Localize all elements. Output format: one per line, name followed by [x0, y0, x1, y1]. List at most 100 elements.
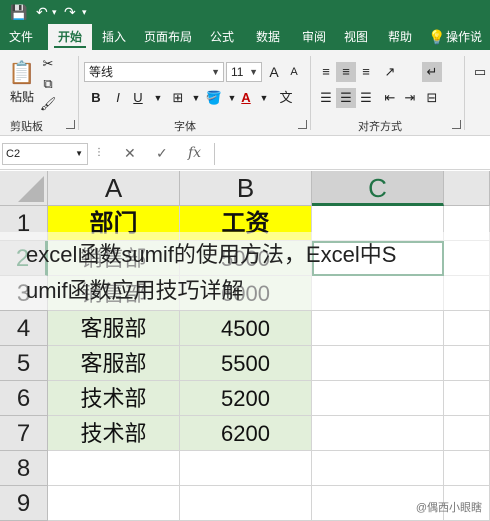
align-bottom-icon[interactable]: ≡ — [356, 62, 376, 82]
copy-icon[interactable]: ⧉ — [38, 74, 58, 94]
font-color-button[interactable]: A — [236, 88, 256, 108]
column-header-b[interactable]: B — [180, 171, 312, 206]
cell[interactable] — [444, 311, 490, 346]
cell[interactable] — [444, 451, 490, 486]
row-header[interactable]: 9 — [0, 486, 48, 521]
cell[interactable] — [48, 451, 180, 486]
cell[interactable]: 技术部 — [48, 381, 180, 416]
undo-dropdown-icon[interactable]: ▾ — [52, 3, 57, 21]
cell[interactable] — [312, 451, 444, 486]
format-painter-icon[interactable]: 🖌 — [38, 94, 58, 114]
tab-insert[interactable]: 插入 — [94, 24, 134, 50]
tab-file[interactable]: 文件 — [0, 24, 42, 50]
cancel-icon[interactable]: ✕ — [124, 145, 136, 162]
tab-formulas[interactable]: 公式 — [202, 24, 242, 50]
font-name-combo[interactable]: 等线 ▼ — [84, 62, 224, 82]
ribbon: 📋 粘贴 ✂ ⧉ 🖌 剪贴板 等线 ▼ 11 ▼ A A B I U ▼ ⊞ ▼… — [0, 50, 490, 136]
confirm-icon[interactable]: ✓ — [156, 145, 168, 162]
phonetic-icon[interactable]: 文 — [276, 88, 296, 108]
tab-data[interactable]: 数据 — [248, 24, 288, 50]
chevron-down-icon: ▼ — [75, 149, 83, 158]
tab-view[interactable]: 视图 — [336, 24, 376, 50]
cell[interactable]: 4500 — [180, 311, 312, 346]
align-top-icon[interactable]: ≡ — [316, 62, 336, 82]
tab-page-layout[interactable]: 页面布局 — [140, 24, 196, 50]
cell[interactable] — [444, 346, 490, 381]
article-title-line-2: umif函数应用技巧详解 — [26, 278, 244, 303]
cell[interactable]: 5200 — [180, 381, 312, 416]
cell[interactable]: 客服部 — [48, 311, 180, 346]
chevron-down-icon: ▼ — [211, 67, 220, 77]
chevron-down-icon[interactable]: ▼ — [148, 88, 168, 108]
cell[interactable]: 6200 — [180, 416, 312, 451]
align-middle-icon[interactable]: ≡ — [336, 62, 356, 82]
column-header-a[interactable]: A — [48, 171, 180, 206]
save-icon[interactable]: 💾 — [10, 3, 27, 21]
decrease-indent-icon[interactable]: ⇤ — [380, 88, 400, 108]
underline-button[interactable]: U — [128, 88, 148, 108]
tab-home[interactable]: 开始 — [48, 24, 92, 50]
increase-indent-icon[interactable]: ⇥ — [400, 88, 420, 108]
font-name-value: 等线 — [89, 65, 114, 79]
cell[interactable] — [444, 381, 490, 416]
group-divider — [310, 56, 311, 130]
alignment-launcher-icon[interactable] — [452, 120, 461, 129]
chevron-down-icon: ▼ — [249, 67, 258, 77]
cell[interactable] — [444, 416, 490, 451]
select-all-corner[interactable] — [0, 171, 48, 206]
cell[interactable] — [312, 346, 444, 381]
cell[interactable]: 客服部 — [48, 346, 180, 381]
tab-review[interactable]: 审阅 — [294, 24, 334, 50]
insert-function-icon[interactable]: fx — [188, 145, 201, 161]
chevron-down-icon[interactable]: ▼ — [186, 88, 206, 108]
column-header-c[interactable]: C — [312, 171, 444, 206]
align-center-icon[interactable]: ☰ — [336, 88, 356, 108]
row-header[interactable]: 6 — [0, 381, 48, 416]
row-header[interactable]: 5 — [0, 346, 48, 381]
cell[interactable] — [312, 416, 444, 451]
undo-icon[interactable]: ↶ — [36, 3, 48, 21]
redo-icon[interactable]: ↷ — [64, 3, 76, 21]
column-header-d[interactable] — [444, 171, 490, 206]
paste-icon[interactable]: 📋 — [8, 58, 36, 88]
cell[interactable]: 5500 — [180, 346, 312, 381]
merge-center-icon[interactable]: ⊟ — [422, 88, 442, 108]
cut-icon[interactable]: ✂ — [38, 54, 58, 74]
fill-color-icon[interactable]: 🪣 — [204, 88, 224, 108]
font-size-combo[interactable]: 11 ▼ — [226, 62, 262, 82]
clipboard-group-label: 剪贴板 — [10, 121, 43, 133]
worksheet-grid: A B C 1部门工资2销售部50003销售部60004客服部45005客服部5… — [0, 171, 490, 521]
cell[interactable]: 技术部 — [48, 416, 180, 451]
lightbulb-icon: 💡 — [428, 29, 446, 45]
border-icon[interactable]: ⊞ — [168, 88, 188, 108]
cell[interactable] — [48, 486, 180, 521]
italic-button[interactable]: I — [108, 88, 128, 108]
row-header[interactable]: 8 — [0, 451, 48, 486]
align-left-icon[interactable]: ☰ — [316, 88, 336, 108]
formula-bar: C2 ▼ ⋮ ✕ ✓ fx — [0, 137, 490, 170]
tab-tell-me[interactable]: 操作说 — [446, 24, 490, 50]
font-launcher-icon[interactable] — [298, 120, 307, 129]
cell[interactable] — [180, 451, 312, 486]
shrink-font-button[interactable]: A — [284, 62, 304, 82]
bold-button[interactable]: B — [86, 88, 106, 108]
paste-label[interactable]: 粘贴 — [10, 88, 34, 105]
tab-help[interactable]: 帮助 — [380, 24, 420, 50]
cell[interactable] — [312, 381, 444, 416]
row-header[interactable]: 7 — [0, 416, 48, 451]
customize-toolbar-icon[interactable]: ▾ — [82, 3, 87, 21]
chevron-down-icon[interactable]: ▼ — [254, 88, 274, 108]
cell[interactable] — [312, 311, 444, 346]
name-box[interactable]: C2 ▼ — [2, 143, 88, 165]
title-bar: 💾 ↶ ▾ ↷ ▾ — [0, 0, 490, 24]
grow-font-button[interactable]: A — [264, 62, 284, 82]
ribbon-tabs: 文件 开始 插入 页面布局 公式 数据 审阅 视图 帮助 💡 操作说 — [0, 24, 490, 50]
clipboard-launcher-icon[interactable] — [66, 120, 75, 129]
align-right-icon[interactable]: ☰ — [356, 88, 376, 108]
cell[interactable] — [180, 486, 312, 521]
formula-input[interactable] — [214, 143, 490, 165]
orientation-icon[interactable]: ↗ — [380, 62, 400, 82]
row-header[interactable]: 4 — [0, 311, 48, 346]
number-format-icon[interactable]: ▭ — [470, 62, 490, 82]
wrap-text-icon[interactable]: ↵ — [422, 62, 442, 82]
